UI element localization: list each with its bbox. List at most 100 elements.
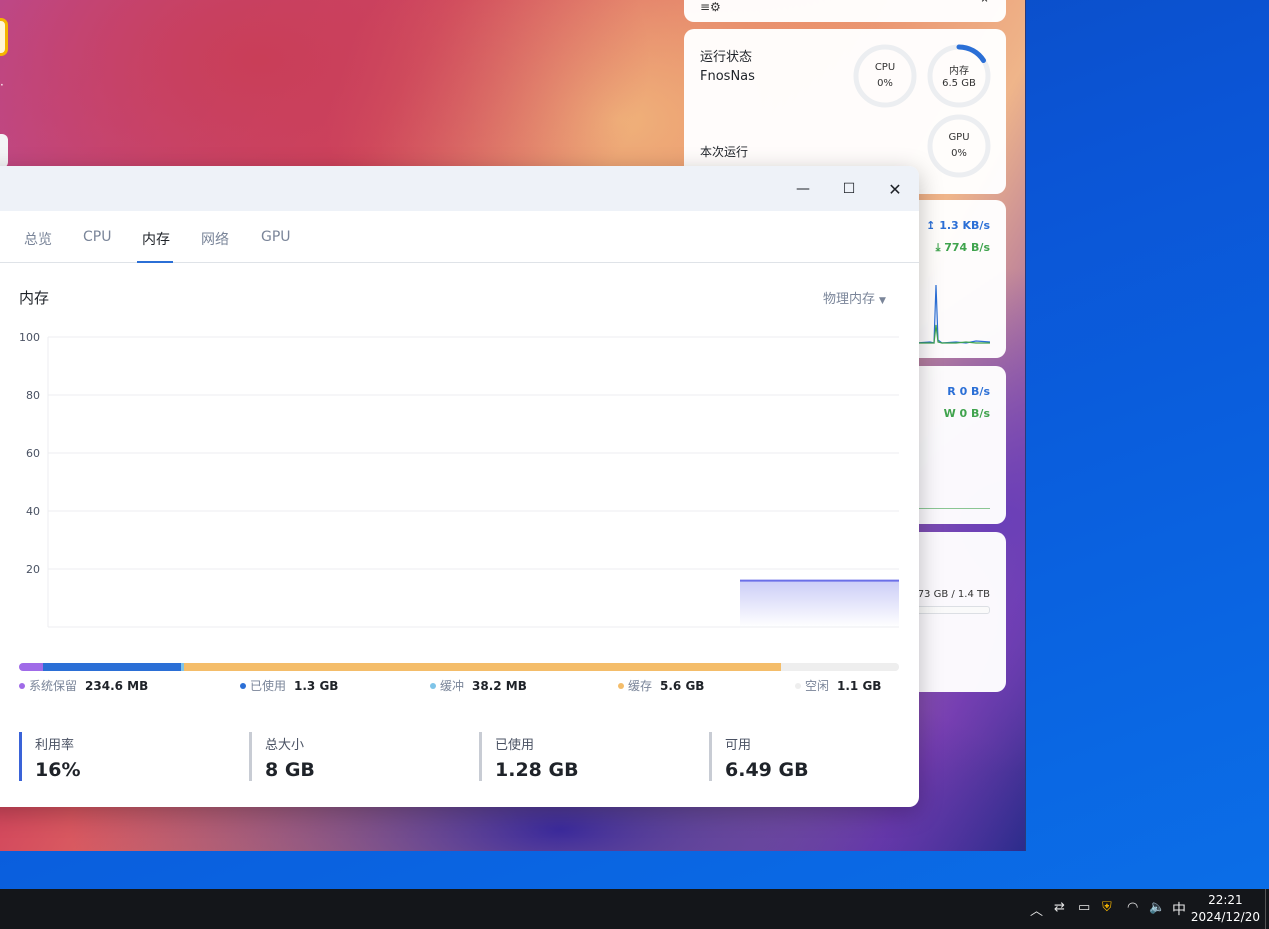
gpu-gauge-value: 0%	[951, 148, 967, 159]
widget-settings-icon[interactable]: ≡⚙	[700, 0, 721, 14]
section-title: 内存	[19, 289, 50, 307]
resource-monitor-window: — ☐ ✕ 总览 CPU 内存 网络 GPU 内存 物理内存 ▼ 100 80 60 4…	[0, 166, 919, 807]
clock-date: 2024/12/20	[1190, 910, 1260, 924]
stat-label: 总大小	[265, 738, 305, 753]
desktop-app-icon[interactable]	[0, 18, 8, 56]
security-shield-icon[interactable]: ⛨	[1102, 900, 1112, 915]
stat-total: 总大小 8 GB	[249, 732, 315, 781]
disk-read-speed: R 0 B/s	[947, 385, 990, 398]
legend-label: 缓冲	[440, 679, 465, 693]
upload-speed: ↥ 1.3 KB/s	[926, 219, 990, 232]
tab-memory[interactable]: 内存	[142, 229, 170, 249]
memory-gauge: 内存 6.5 GB	[926, 43, 992, 109]
stat-label: 利用率	[35, 738, 75, 753]
storage-usage-bar	[916, 606, 990, 614]
caret-down-icon: ▼	[879, 296, 886, 306]
cpu-gauge-value: 0%	[877, 78, 893, 89]
legend-label: 空闲	[805, 679, 830, 693]
memory-gauge-label: 内存	[949, 66, 969, 77]
memory-usage-chart: 100 80 60 40 20	[19, 331, 899, 628]
legend-value: 5.6 GB	[660, 679, 705, 693]
wifi-icon[interactable]: ◠	[1127, 900, 1138, 915]
network-sparkline	[916, 284, 990, 344]
bar-segment-used	[43, 663, 181, 671]
memory-area-fill	[740, 580, 899, 627]
maximize-button[interactable]: ☐	[838, 178, 860, 200]
cpu-gauge-ring	[853, 44, 917, 108]
tab-overview[interactable]: 总览	[24, 229, 52, 249]
bar-segment-reserved	[19, 663, 43, 671]
bar-segment-cache	[184, 663, 781, 671]
legend-dot	[240, 682, 246, 689]
legend-label: 缓存	[628, 679, 653, 693]
tab-cpu[interactable]: CPU	[83, 229, 111, 245]
desktop-icon-label: ·	[0, 78, 4, 92]
stat-label: 已使用	[495, 738, 535, 753]
host-name: FnosNas	[700, 69, 755, 84]
battery-icon[interactable]: ▭	[1078, 900, 1090, 915]
system-clock[interactable]: 22:21 2024/12/20	[1191, 892, 1260, 926]
input-method-icon[interactable]: 中	[1172, 899, 1186, 919]
legend-value: 1.1 GB	[837, 679, 882, 693]
legend-dot	[618, 682, 624, 689]
gpu-gauge-label: GPU	[948, 132, 970, 143]
uptime-label: 本次运行	[700, 145, 749, 159]
storage-capacity: 4.73 GB / 1.4 TB	[908, 589, 990, 600]
collapse-icon[interactable]: ⌃	[979, 0, 990, 12]
legend-value: 234.6 MB	[85, 679, 149, 693]
storage-widget: 4.73 GB / 1.4 TB	[908, 532, 1006, 692]
legend-value: 1.3 GB	[294, 679, 339, 693]
y-tick-label: 60	[26, 447, 40, 460]
disk-write-speed: W 0 B/s	[943, 407, 990, 420]
active-tab-indicator	[137, 261, 173, 263]
cpu-gauge: CPU 0%	[852, 43, 918, 109]
clock-time: 22:21	[1208, 893, 1243, 907]
legend-cache: 缓存 5.6 GB	[618, 677, 704, 694]
legend-dot	[19, 682, 25, 689]
tab-bar: 总览 CPU 内存 网络 GPU	[0, 211, 919, 263]
volume-icon[interactable]: 🔈	[1149, 900, 1165, 915]
tab-gpu[interactable]: GPU	[261, 229, 291, 245]
dropdown-selected-value: 物理内存	[823, 292, 876, 307]
memory-type-dropdown[interactable]: 物理内存 ▼	[823, 288, 886, 307]
legend-label: 系统保留	[29, 679, 78, 693]
stat-value: 6.49 GB	[725, 759, 809, 781]
legend-dot	[795, 682, 801, 689]
legend-free: 空闲 1.1 GB	[795, 677, 881, 694]
download-speed: ⤓ 774 B/s	[935, 241, 990, 254]
stat-used: 已使用 1.28 GB	[479, 732, 579, 781]
memory-composition-bar	[19, 663, 899, 671]
minimize-button[interactable]: —	[792, 178, 814, 200]
y-tick-label: 20	[26, 563, 40, 576]
legend-buffer: 缓冲 38.2 MB	[430, 677, 527, 694]
stat-value: 8 GB	[265, 759, 315, 781]
show-desktop-button[interactable]	[1265, 889, 1269, 929]
legend-label: 已使用	[250, 679, 287, 693]
y-tick-label: 100	[19, 331, 40, 344]
network-widget: ↥ 1.3 KB/s ⤓ 774 B/s	[916, 200, 1006, 358]
status-title: 运行状态	[700, 50, 753, 65]
cpu-gauge-label: CPU	[874, 62, 896, 73]
disk-io-sparkline	[916, 508, 990, 509]
stat-label: 可用	[725, 738, 752, 753]
stat-value: 1.28 GB	[495, 759, 579, 781]
desktop-app-icon-2[interactable]	[0, 134, 8, 168]
gpu-gauge-ring	[927, 114, 991, 178]
disk-io-widget: R 0 B/s W 0 B/s	[916, 366, 1006, 524]
memory-gauge-value: 6.5 GB	[942, 78, 976, 89]
legend-used: 已使用 1.3 GB	[240, 677, 338, 694]
stat-available: 可用 6.49 GB	[709, 732, 809, 781]
window-titlebar[interactable]: — ☐ ✕	[0, 166, 919, 211]
legend-dot	[430, 682, 436, 689]
show-hidden-icons-icon[interactable]: ︿	[1030, 900, 1043, 919]
network-adapter-icon[interactable]: ⇄	[1054, 900, 1065, 915]
legend-reserved: 系统保留 234.6 MB	[19, 677, 148, 694]
stat-utilization: 利用率 16%	[19, 732, 80, 781]
y-tick-label: 80	[26, 389, 40, 402]
stat-value: 16%	[35, 759, 81, 781]
tab-network[interactable]: 网络	[201, 229, 229, 249]
bar-segment-free	[781, 663, 899, 671]
gpu-gauge: GPU 0%	[926, 113, 992, 179]
close-button[interactable]: ✕	[884, 178, 906, 200]
widget-toolbar: ≡⚙ ⌃	[684, 0, 1006, 22]
